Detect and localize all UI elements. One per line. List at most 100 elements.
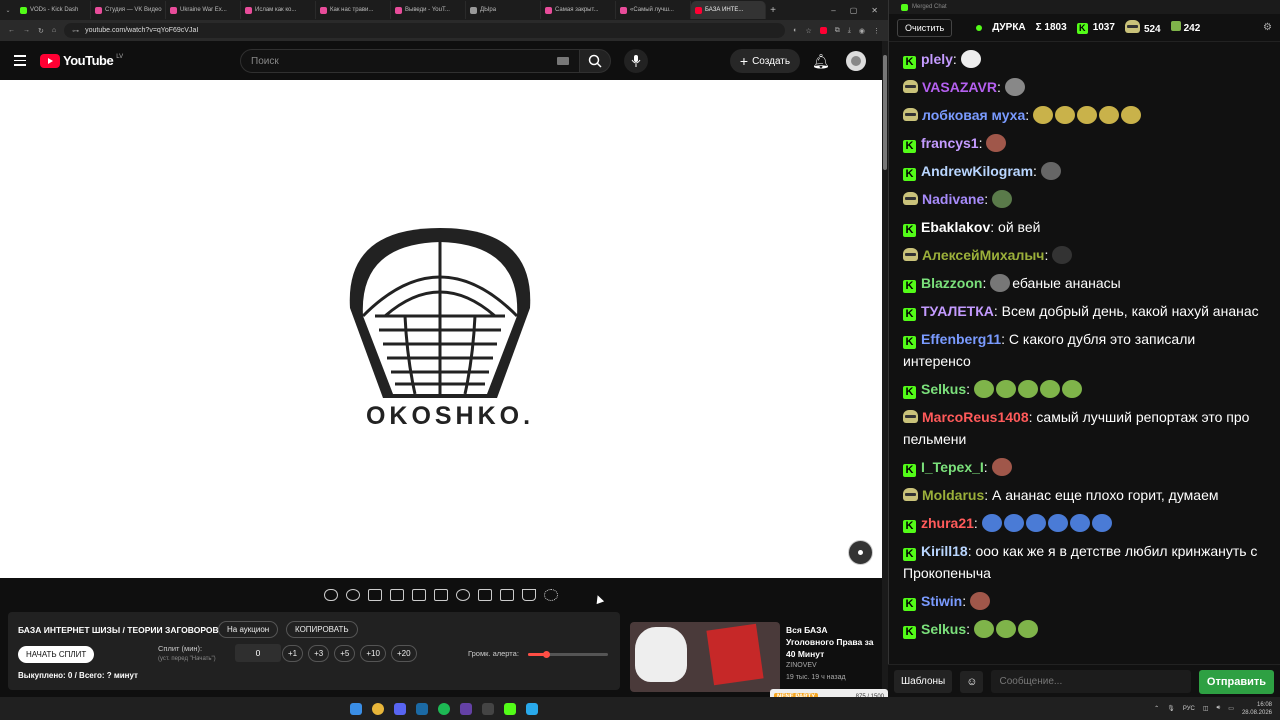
extension-icon[interactable]: ◐	[793, 27, 797, 34]
chat-username[interactable]: plely	[921, 51, 953, 67]
browser-tab[interactable]: БАЗА ИНТЕ...	[691, 1, 766, 19]
chat-username[interactable]: Ebaklakov	[921, 219, 990, 235]
profile-icon[interactable]: ◉	[859, 27, 865, 35]
voice-search-button[interactable]	[624, 49, 648, 73]
telegram-icon[interactable]	[526, 702, 538, 715]
app-icon[interactable]	[460, 702, 472, 715]
screen-record-icon[interactable]	[368, 589, 382, 601]
chat-username[interactable]: Selkus	[921, 621, 966, 637]
chat-username[interactable]: Blazzoon	[921, 275, 982, 291]
chat-username[interactable]: ТУАЛЕТКА	[921, 303, 994, 319]
chat-username[interactable]: Effenberg11	[921, 331, 1001, 347]
clapperboard-icon[interactable]	[390, 589, 404, 601]
alert-volume-slider[interactable]	[528, 651, 608, 658]
maximize-icon[interactable]: ▢	[850, 6, 858, 15]
auction-button[interactable]: На аукцион	[218, 621, 279, 638]
site-info-icon[interactable]: ⊶	[72, 27, 79, 35]
microphone-icon[interactable]: 🎙︎	[1167, 705, 1175, 712]
home-icon[interactable]: ⌂	[52, 27, 56, 34]
recommended-video[interactable]: Вся БАЗА Уголовного Права за 40 Минут ZI…	[630, 622, 880, 692]
speed-icon[interactable]	[456, 589, 470, 601]
spotify-icon[interactable]	[438, 702, 450, 715]
search-input[interactable]: Поиск	[240, 49, 580, 73]
chat-username[interactable]: I_Tepex_I	[921, 459, 984, 475]
increment-button[interactable]: +5	[334, 645, 356, 662]
increment-button[interactable]: +20	[390, 645, 417, 662]
chat-username[interactable]: Kirill18	[921, 543, 968, 559]
broadcast-icon[interactable]	[346, 589, 360, 601]
chat-username[interactable]: MarcoReus1408	[922, 409, 1029, 425]
create-button[interactable]: + Создать	[730, 49, 800, 73]
send-button[interactable]: Отправить	[1198, 669, 1274, 694]
browser-tab[interactable]: Выведи - YouT...	[391, 1, 466, 19]
loop-icon[interactable]	[324, 589, 338, 601]
url-field[interactable]: ⊶ youtube.com/watch?v=qYoF69cVJaI	[64, 23, 786, 38]
chat-username[interactable]: VASAZAVR	[922, 79, 997, 95]
windows-start-icon[interactable]	[350, 702, 362, 715]
minimize-icon[interactable]: –	[831, 6, 835, 15]
browser-tab[interactable]: Ukraine War Ex...	[166, 1, 241, 19]
steam-icon[interactable]	[416, 702, 428, 715]
increment-button[interactable]: +3	[308, 645, 330, 662]
discord-icon[interactable]	[394, 702, 406, 715]
obs-icon[interactable]	[482, 702, 494, 715]
clear-chat-button[interactable]: Очистить	[897, 18, 953, 37]
chat-username[interactable]: Nadivane	[922, 191, 984, 207]
browser-tab[interactable]: «Самый лучш...	[616, 1, 691, 19]
language-indicator[interactable]: РУС	[1183, 706, 1195, 712]
chrome-icon[interactable]	[372, 702, 384, 715]
increment-button[interactable]: +1	[282, 645, 304, 662]
browser-tab[interactable]: Ислам как ко...	[241, 1, 316, 19]
split-minutes-input[interactable]: 0	[235, 644, 281, 662]
chat-username[interactable]: лобковая муха	[922, 107, 1025, 123]
network-icon[interactable]: ◫	[1203, 705, 1209, 712]
chat-username[interactable]: Moldarus	[922, 487, 984, 503]
chevron-up-icon[interactable]: ⌃	[1154, 705, 1159, 712]
clock[interactable]: 16:08 28.08.2026	[1242, 701, 1272, 717]
templates-button[interactable]: Шаблоны	[894, 670, 953, 693]
battery-icon[interactable]: ▭	[1228, 705, 1234, 712]
reload-icon[interactable]: ↻	[38, 27, 44, 35]
settings-gear-icon[interactable]	[544, 589, 558, 601]
chat-username[interactable]: Stiwin	[921, 593, 962, 609]
download-icon[interactable]: ⤓	[848, 27, 851, 35]
emoji-smiley-icon[interactable]: ☺	[960, 670, 984, 693]
chat-username[interactable]: AndrewKilogram	[921, 163, 1033, 179]
browser-tab[interactable]: ДЫра	[466, 1, 541, 19]
notifications-bell-icon[interactable]: 🔔︎	[812, 53, 830, 70]
browser-tab[interactable]: VODs - Kick Dash	[16, 1, 91, 19]
picture-in-picture-icon[interactable]	[412, 589, 426, 601]
chat-username[interactable]: francys1	[921, 135, 979, 151]
chat-message-input[interactable]: Сообщение...	[991, 670, 1191, 693]
video-player[interactable]: OKOSHKO.	[0, 80, 882, 578]
tab-search-icon[interactable]: ⌄	[0, 7, 16, 14]
start-split-button[interactable]: НАЧАТЬ СПЛИТ	[18, 646, 95, 663]
miniplayer-icon[interactable]	[848, 540, 873, 565]
volume-icon[interactable]: 🔊︎	[1217, 705, 1221, 712]
avatar[interactable]	[846, 51, 866, 71]
cinema-mode-icon[interactable]	[434, 589, 448, 601]
browser-tab[interactable]: Как нас трави...	[316, 1, 391, 19]
hamburger-menu-icon[interactable]	[0, 55, 40, 66]
back-icon[interactable]: ←	[8, 27, 15, 34]
browser-tab[interactable]: Студия — VK Видео	[91, 1, 166, 19]
increment-button[interactable]: +10	[360, 645, 386, 662]
volume-knob[interactable]	[542, 651, 550, 658]
kick-app-icon[interactable]	[504, 702, 516, 715]
chat-username[interactable]: АлексейМихалыч	[922, 247, 1044, 263]
new-tab-button[interactable]: +	[766, 5, 780, 16]
bookmark-star-icon[interactable]: ☆	[806, 27, 812, 35]
chat-username[interactable]: zhura21	[921, 515, 974, 531]
screenshot-camera-icon[interactable]	[500, 589, 514, 601]
forward-icon[interactable]: →	[23, 27, 30, 34]
chat-username[interactable]: Selkus	[921, 381, 966, 397]
close-icon[interactable]: ✕	[871, 6, 878, 15]
menu-dots-icon[interactable]: ⋮	[873, 27, 880, 35]
scrollbar-thumb[interactable]	[883, 55, 887, 170]
copy-button[interactable]: КОПИРОВАТЬ	[286, 621, 358, 638]
youtube-extension-icon[interactable]	[819, 27, 827, 34]
browser-tab[interactable]: Самая закрыт...	[541, 1, 616, 19]
youtube-logo[interactable]: YouTube LV	[40, 53, 123, 68]
add-clip-icon[interactable]	[478, 589, 492, 601]
keyboard-icon[interactable]	[557, 57, 569, 65]
